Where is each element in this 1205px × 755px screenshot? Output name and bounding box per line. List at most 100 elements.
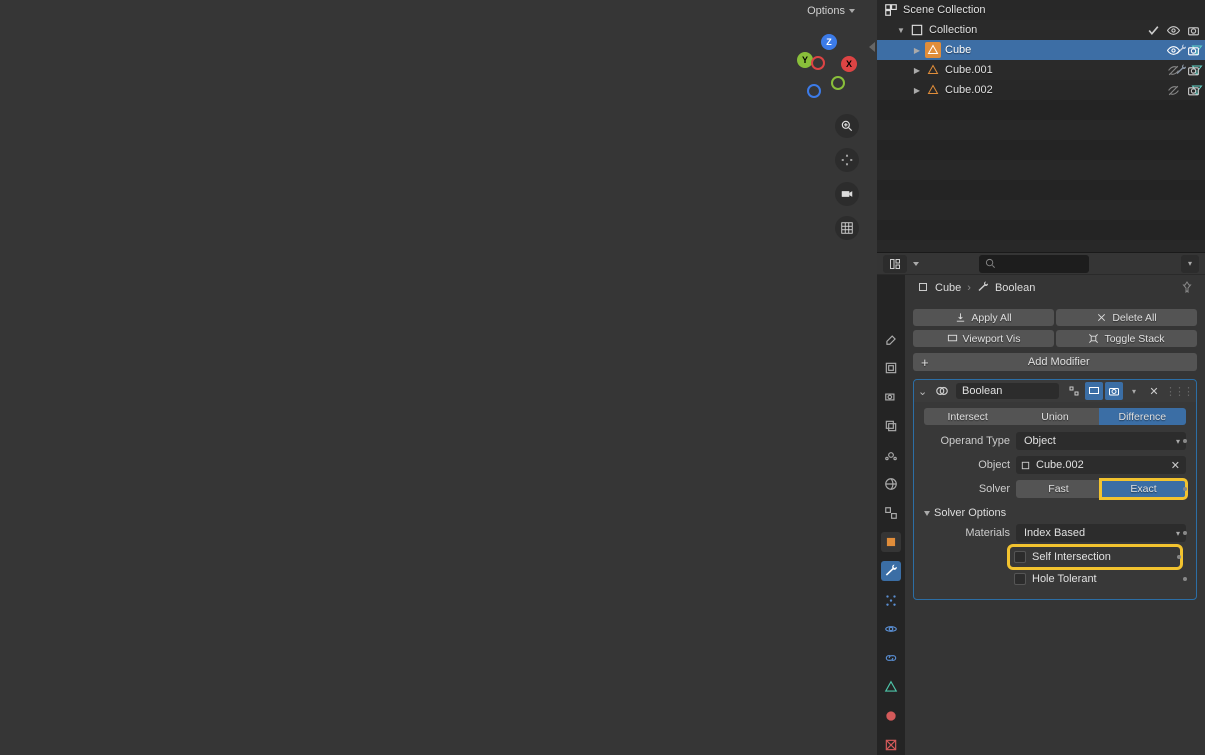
object-picker[interactable]: Cube.002 ✕ xyxy=(1016,456,1186,474)
pin-icon[interactable] xyxy=(1181,281,1193,296)
viewport-display-toggle[interactable] xyxy=(1085,382,1103,400)
breadcrumb-object[interactable]: Cube xyxy=(935,282,961,294)
materials-dropdown[interactable]: Index Based ▾ xyxy=(1016,524,1186,542)
camera-icon[interactable] xyxy=(1185,22,1201,38)
tab-tool[interactable] xyxy=(881,329,901,349)
render-display-toggle[interactable] xyxy=(1105,382,1123,400)
property-tabs xyxy=(877,275,905,755)
axis-neg-z-icon[interactable] xyxy=(807,84,821,98)
tab-viewlayer[interactable] xyxy=(881,416,901,436)
zoom-tool-icon[interactable] xyxy=(835,114,859,138)
expand-icon[interactable]: ▶ xyxy=(911,66,923,75)
axis-gizmo[interactable]: Z Y X xyxy=(793,32,859,98)
tab-material[interactable] xyxy=(881,706,901,726)
modifier-boolean-panel: ⌄ Boolean ▾ ✕ ⋮⋮⋮ Intersect Union Differ… xyxy=(913,379,1197,600)
outliner-object-cube001[interactable]: ▶ Cube.001 xyxy=(877,60,1205,80)
axis-neg-x-icon[interactable] xyxy=(811,56,825,70)
clear-icon[interactable]: ✕ xyxy=(1171,459,1180,472)
tab-object[interactable] xyxy=(881,532,901,552)
tab-output[interactable] xyxy=(881,387,901,407)
pan-tool-icon[interactable] xyxy=(835,148,859,172)
materials-label: Materials xyxy=(924,527,1010,539)
extras-dropdown[interactable]: ▾ xyxy=(1125,382,1143,400)
expand-icon[interactable]: ▼ xyxy=(895,26,907,35)
cube-icon xyxy=(917,281,929,296)
object-label: Object xyxy=(924,459,1010,471)
options-dropdown-icon[interactable]: ▾ xyxy=(1181,255,1199,273)
camera-icon[interactable] xyxy=(1185,82,1201,98)
plus-icon: + xyxy=(921,355,929,370)
viewport-vis-button[interactable]: Viewport Vis xyxy=(913,330,1054,347)
tab-render[interactable] xyxy=(881,358,901,378)
properties-search-input[interactable] xyxy=(979,255,1089,273)
solver-label: Solver xyxy=(924,483,1010,495)
operand-type-label: Operand Type xyxy=(924,435,1010,447)
tab-difference[interactable]: Difference xyxy=(1099,408,1186,425)
self-intersection-checkbox[interactable]: Self Intersection xyxy=(1010,547,1180,567)
tab-scene[interactable] xyxy=(881,445,901,465)
animate-dot-icon[interactable] xyxy=(1177,555,1181,559)
outliner-panel[interactable]: Scene Collection ▼ Collection ▶ Cube ▶ xyxy=(877,0,1205,253)
tab-data[interactable] xyxy=(881,677,901,697)
delete-modifier-button[interactable]: ✕ xyxy=(1145,382,1163,400)
outliner-item-label: Cube.001 xyxy=(943,64,1163,76)
animate-dot-icon[interactable] xyxy=(1183,439,1187,443)
eye-visible-icon[interactable] xyxy=(1165,22,1181,38)
outliner-item-label: Scene Collection xyxy=(901,4,1205,16)
breadcrumb-modifier[interactable]: Boolean xyxy=(995,282,1035,294)
solver-options-header[interactable]: Solver Options xyxy=(924,507,1186,519)
solver-exact-button[interactable]: Exact xyxy=(1101,480,1186,498)
viewport-3d[interactable]: Options Z Y X xyxy=(0,0,877,755)
collapse-sidebar-icon[interactable] xyxy=(869,42,875,52)
animate-dot-icon[interactable] xyxy=(1183,487,1187,491)
axis-z-icon[interactable]: Z xyxy=(821,34,837,50)
tab-collection[interactable] xyxy=(881,503,901,523)
outliner-object-cube002[interactable]: ▶ Cube.002 xyxy=(877,80,1205,100)
axis-x-icon[interactable]: X xyxy=(841,56,857,72)
camera-icon[interactable] xyxy=(1185,42,1201,58)
eye-hidden-icon[interactable] xyxy=(1165,82,1181,98)
tab-constraints[interactable] xyxy=(881,648,901,668)
outliner-scene-collection[interactable]: Scene Collection xyxy=(877,0,1205,20)
collapse-icon[interactable]: ⌄ xyxy=(918,385,932,398)
scene-collection-icon xyxy=(883,2,899,18)
drag-handle-icon[interactable]: ⋮⋮⋮ xyxy=(1165,385,1192,398)
solver-fast-button[interactable]: Fast xyxy=(1016,480,1101,498)
add-modifier-button[interactable]: + Add Modifier xyxy=(913,353,1197,371)
outliner-object-cube[interactable]: ▶ Cube xyxy=(877,40,1205,60)
checkbox-icon[interactable] xyxy=(1014,551,1026,563)
boolean-operation-tabs: Intersect Union Difference xyxy=(924,408,1186,425)
camera-icon[interactable] xyxy=(1185,62,1201,78)
tab-modifier[interactable] xyxy=(881,561,901,581)
perspective-grid-icon[interactable] xyxy=(835,216,859,240)
apply-all-button[interactable]: Apply All xyxy=(913,309,1054,326)
animate-dot-icon[interactable] xyxy=(1183,577,1187,581)
wrench-icon xyxy=(977,281,989,296)
tab-physics[interactable] xyxy=(881,619,901,639)
mesh-icon xyxy=(925,82,941,98)
eye-visible-icon[interactable] xyxy=(1165,42,1181,58)
modifier-name-input[interactable]: Boolean xyxy=(956,383,1059,399)
delete-all-button[interactable]: Delete All xyxy=(1056,309,1197,326)
collection-icon xyxy=(909,22,925,38)
outliner-collection[interactable]: ▼ Collection xyxy=(877,20,1205,40)
axis-neg-y-icon[interactable] xyxy=(831,76,845,90)
viewport-options-dropdown[interactable]: Options xyxy=(797,2,865,20)
tab-world[interactable] xyxy=(881,474,901,494)
tab-union[interactable]: Union xyxy=(1011,408,1098,425)
checkbox-icon[interactable] xyxy=(1145,22,1161,38)
editor-type-dropdown[interactable] xyxy=(883,255,907,273)
tab-intersect[interactable]: Intersect xyxy=(924,408,1011,425)
tab-particles[interactable] xyxy=(881,590,901,610)
eye-hidden-icon[interactable] xyxy=(1165,62,1181,78)
tab-texture[interactable] xyxy=(881,735,901,755)
checkbox-icon[interactable] xyxy=(1014,573,1026,585)
hole-tolerant-checkbox[interactable]: Hole Tolerant xyxy=(1014,569,1186,589)
edit-mode-toggle[interactable] xyxy=(1065,382,1083,400)
expand-icon[interactable]: ▶ xyxy=(911,46,923,55)
operand-type-dropdown[interactable]: Object ▾ xyxy=(1016,432,1186,450)
animate-dot-icon[interactable] xyxy=(1183,531,1187,535)
expand-icon[interactable]: ▶ xyxy=(911,86,923,95)
camera-view-icon[interactable] xyxy=(835,182,859,206)
toggle-stack-button[interactable]: Toggle Stack xyxy=(1056,330,1197,347)
